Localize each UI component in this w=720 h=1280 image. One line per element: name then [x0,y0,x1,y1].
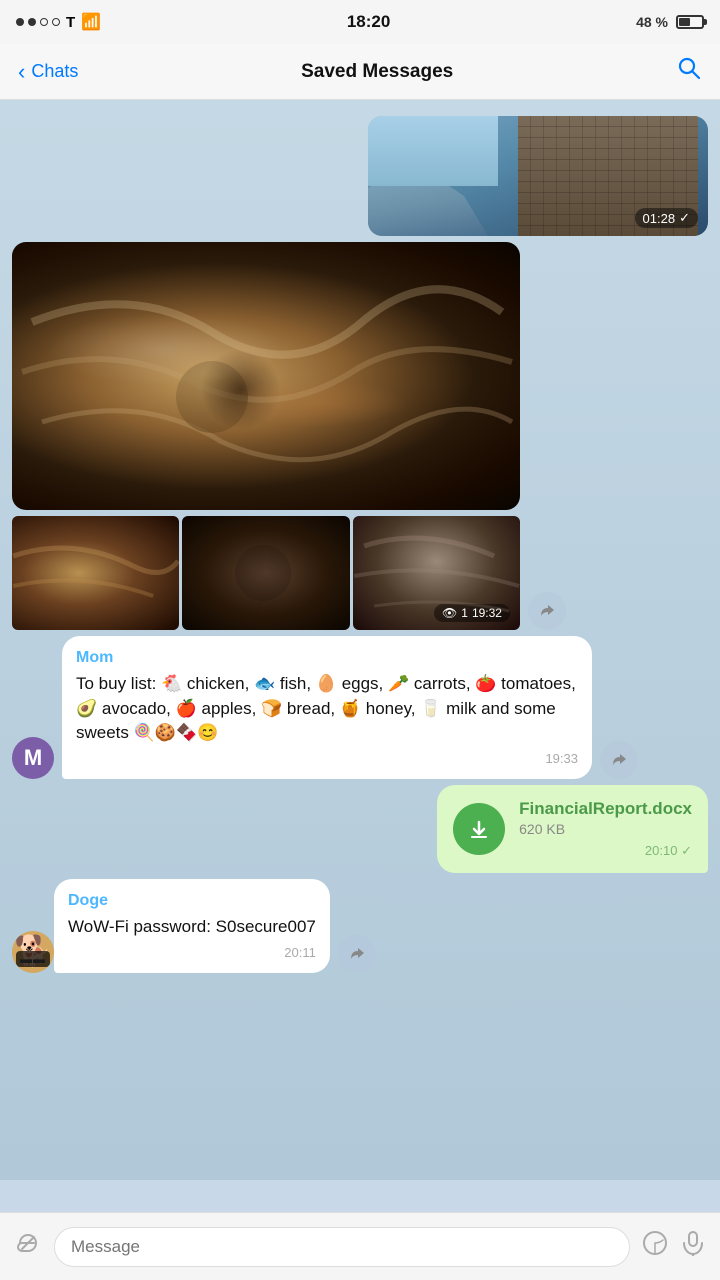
mom-avatar: M [12,737,54,779]
mic-button[interactable] [680,1230,706,1263]
doge-message-text: WoW-Fi password: S0secure007 [68,915,316,940]
js1-overlay [12,516,179,630]
jupiter-small-3[interactable]: 👁 1 19:32 [353,516,520,630]
status-bar: T 📶 18:20 48 % [0,0,720,44]
signal-dots [16,18,60,26]
timestamp-text: 01:28 [643,211,676,226]
carrier-label: T [66,14,75,31]
check-icon: ✓ [679,210,690,226]
bottom-spacer [0,979,720,1059]
sky-area [368,116,498,186]
mom-bubble: Mom To buy list: 🐔 chicken, 🐟 fish, 🥚 eg… [62,636,592,779]
check-mark: ✓ [681,843,692,858]
chevron-left-icon: ‹ [18,59,25,85]
dot2 [28,18,36,26]
jupiter-small-2[interactable] [182,516,349,630]
nav-bar: ‹ Chats Saved Messages [0,44,720,100]
jupiter-small-1[interactable] [12,516,179,630]
image-timestamp: 01:28 ✓ [635,208,698,228]
back-label[interactable]: Chats [31,61,78,82]
battery-fill [679,18,690,26]
building-image-container[interactable]: 01:28 ✓ [368,116,708,236]
doge-face: 🐕 ▬▬ [12,931,54,973]
message-input[interactable] [54,1227,630,1267]
battery-label: 48 % [636,14,668,30]
doge-bubble: Doge WoW-Fi password: S0secure007 20:11 [54,879,330,973]
doge-sender-name: Doge [68,889,316,912]
battery-icon [676,15,704,29]
file-size: 620 KB [519,821,692,837]
file-info: FinancialReport.docx 620 KB 20:10 ✓ [519,799,692,859]
file-name: FinancialReport.docx [519,799,692,819]
file-timestamp: 20:10 ✓ [519,843,692,859]
doge-avatar: 🐕 ▬▬ [12,931,54,973]
dot1 [16,18,24,26]
jupiter-group: 👁 1 19:32 [12,242,520,630]
file-message-row: FinancialReport.docx 620 KB 20:10 ✓ [12,785,708,873]
building-image-row: 01:28 ✓ [12,116,708,236]
jupiter-small-grid: 👁 1 19:32 [12,516,520,630]
jupiter-images-row: 👁 1 19:32 [12,242,708,630]
attach-button[interactable] [14,1229,42,1264]
status-right: 48 % [636,14,704,30]
page-title: Saved Messages [301,61,453,83]
js2-overlay [182,516,349,630]
back-button[interactable]: ‹ Chats [18,59,78,85]
doge-glasses: ▬▬ [16,951,50,967]
dot4 [52,18,60,26]
mom-message-text: To buy list: 🐔 chicken, 🐟 fish, 🥚 eggs, … [76,672,578,746]
status-time: 18:20 [347,12,390,32]
file-download-button[interactable] [453,803,505,855]
forward-button[interactable] [528,592,566,630]
mom-message-row: M Mom To buy list: 🐔 chicken, 🐟 fish, 🥚 … [12,636,708,779]
chat-area: 01:28 ✓ [0,100,720,1180]
input-bar [0,1212,720,1280]
status-left: T 📶 [16,12,101,32]
search-button[interactable] [676,55,702,88]
mom-forward-button[interactable] [600,741,638,779]
mom-avatar-label: M [24,745,42,771]
wifi-icon: 📶 [81,12,101,32]
doge-timestamp: 20:11 [284,944,316,963]
mom-sender-name: Mom [76,646,578,669]
jupiter-large-image[interactable] [12,242,520,510]
js3-overlay [353,516,520,630]
file-bubble[interactable]: FinancialReport.docx 620 KB 20:10 ✓ [437,785,708,873]
doge-message-row: 🐕 ▬▬ Doge WoW-Fi password: S0secure007 2… [12,879,708,973]
dot3 [40,18,48,26]
doge-forward-button[interactable] [338,935,376,973]
building-image: 01:28 ✓ [368,116,708,236]
jupiter-swirl-svg [12,242,520,510]
sticker-button[interactable] [642,1230,668,1263]
mom-timestamp: 19:33 [545,750,578,769]
